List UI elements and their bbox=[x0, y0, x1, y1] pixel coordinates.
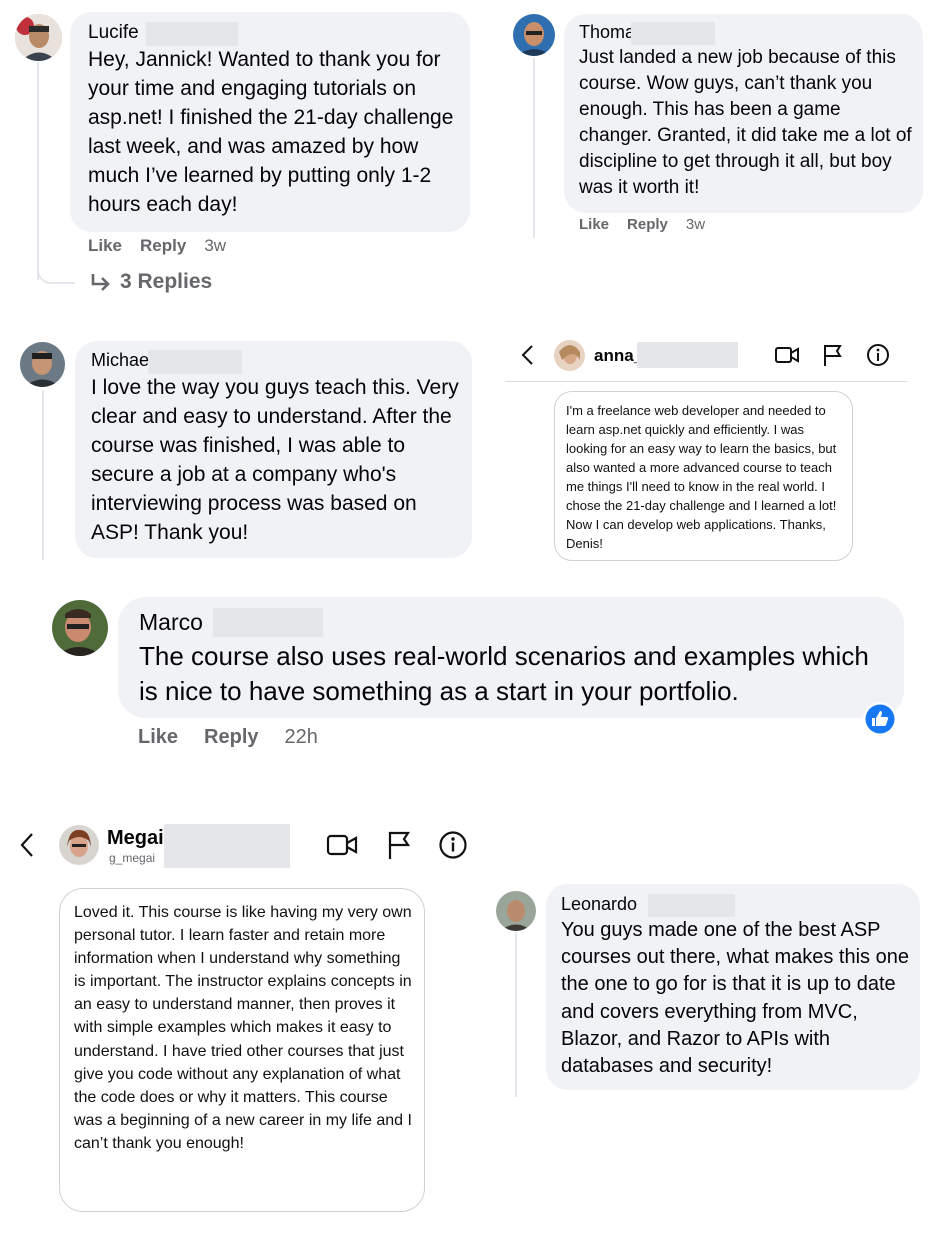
redacted-name bbox=[631, 22, 715, 45]
message-bubble: Loved it. This course is like having my … bbox=[59, 888, 425, 1212]
timestamp: 3w bbox=[685, 216, 706, 233]
avatar[interactable] bbox=[15, 14, 62, 61]
avatar[interactable] bbox=[59, 825, 99, 865]
back-icon[interactable] bbox=[16, 832, 38, 858]
flag-icon[interactable] bbox=[385, 830, 413, 860]
comment-actions: Like Reply 3w bbox=[88, 236, 244, 256]
comment-text: Just landed a new job because of this co… bbox=[579, 47, 912, 198]
commenter-name[interactable]: Michae bbox=[91, 350, 462, 371]
thread-line bbox=[42, 390, 44, 560]
commenter-name[interactable]: Leonardo bbox=[561, 894, 912, 915]
thread-line bbox=[533, 58, 535, 238]
comment-text: The course also uses real-world scenario… bbox=[139, 641, 869, 706]
commenter-name[interactable]: Thoma bbox=[579, 22, 913, 43]
comment-bubble: Lucife Hey, Jannick! Wanted to thank you… bbox=[70, 12, 470, 232]
comment-actions: Like Reply 3w bbox=[579, 216, 723, 233]
timestamp: 22h bbox=[284, 726, 318, 748]
commenter-name[interactable]: Lucife bbox=[88, 22, 458, 44]
comment-bubble: Michae I love the way you guys teach thi… bbox=[75, 341, 472, 558]
thread-line bbox=[37, 62, 39, 280]
comment-text: I love the way you guys teach this. Very… bbox=[91, 376, 459, 544]
message-text: I'm a freelance web developer and needed… bbox=[566, 403, 837, 551]
reply-arrow-icon bbox=[90, 272, 112, 292]
view-replies-link[interactable]: 3 Replies bbox=[90, 270, 212, 294]
comment-text: Hey, Jannick! Wanted to thank you for yo… bbox=[88, 48, 454, 216]
redacted-name bbox=[213, 608, 323, 637]
comment-bubble: Thoma Just landed a new job because of t… bbox=[564, 14, 923, 213]
replies-count: 3 Replies bbox=[120, 270, 213, 293]
timestamp: 3w bbox=[204, 236, 227, 255]
redacted-name bbox=[148, 350, 242, 374]
like-reaction-icon[interactable] bbox=[862, 701, 898, 737]
redacted-name bbox=[648, 894, 735, 917]
video-call-icon[interactable] bbox=[326, 832, 358, 858]
avatar[interactable] bbox=[496, 891, 536, 931]
like-button[interactable]: Like bbox=[138, 726, 178, 748]
reply-button[interactable]: Reply bbox=[204, 726, 258, 748]
avatar[interactable] bbox=[20, 342, 65, 387]
like-button[interactable]: Like bbox=[579, 216, 609, 233]
avatar[interactable] bbox=[52, 600, 108, 656]
comment-actions: Like Reply 22h bbox=[138, 726, 336, 749]
back-icon[interactable] bbox=[518, 344, 538, 366]
message-bubble: I'm a freelance web developer and needed… bbox=[554, 391, 853, 561]
message-text: Loved it. This course is like having my … bbox=[74, 904, 412, 1152]
info-icon[interactable] bbox=[866, 343, 890, 367]
avatar[interactable] bbox=[554, 340, 585, 371]
thread-line bbox=[515, 932, 517, 1097]
dm-username[interactable]: anna_ bbox=[594, 346, 643, 366]
flag-icon[interactable] bbox=[821, 343, 845, 367]
like-button[interactable]: Like bbox=[88, 236, 122, 255]
thread-elbow bbox=[37, 262, 75, 284]
redacted-name bbox=[146, 22, 238, 46]
redacted-name bbox=[637, 342, 738, 368]
info-icon[interactable] bbox=[438, 830, 468, 860]
reply-button[interactable]: Reply bbox=[627, 216, 668, 233]
avatar[interactable] bbox=[513, 14, 555, 56]
video-call-icon[interactable] bbox=[774, 344, 800, 366]
dm-username[interactable]: Megai bbox=[107, 827, 164, 850]
reply-button[interactable]: Reply bbox=[140, 236, 186, 255]
comment-text: You guys made one of the best ASP course… bbox=[561, 919, 909, 1078]
dm-header-divider bbox=[505, 381, 908, 382]
redacted-name bbox=[164, 824, 290, 868]
dm-handle: g_megai bbox=[109, 851, 156, 865]
